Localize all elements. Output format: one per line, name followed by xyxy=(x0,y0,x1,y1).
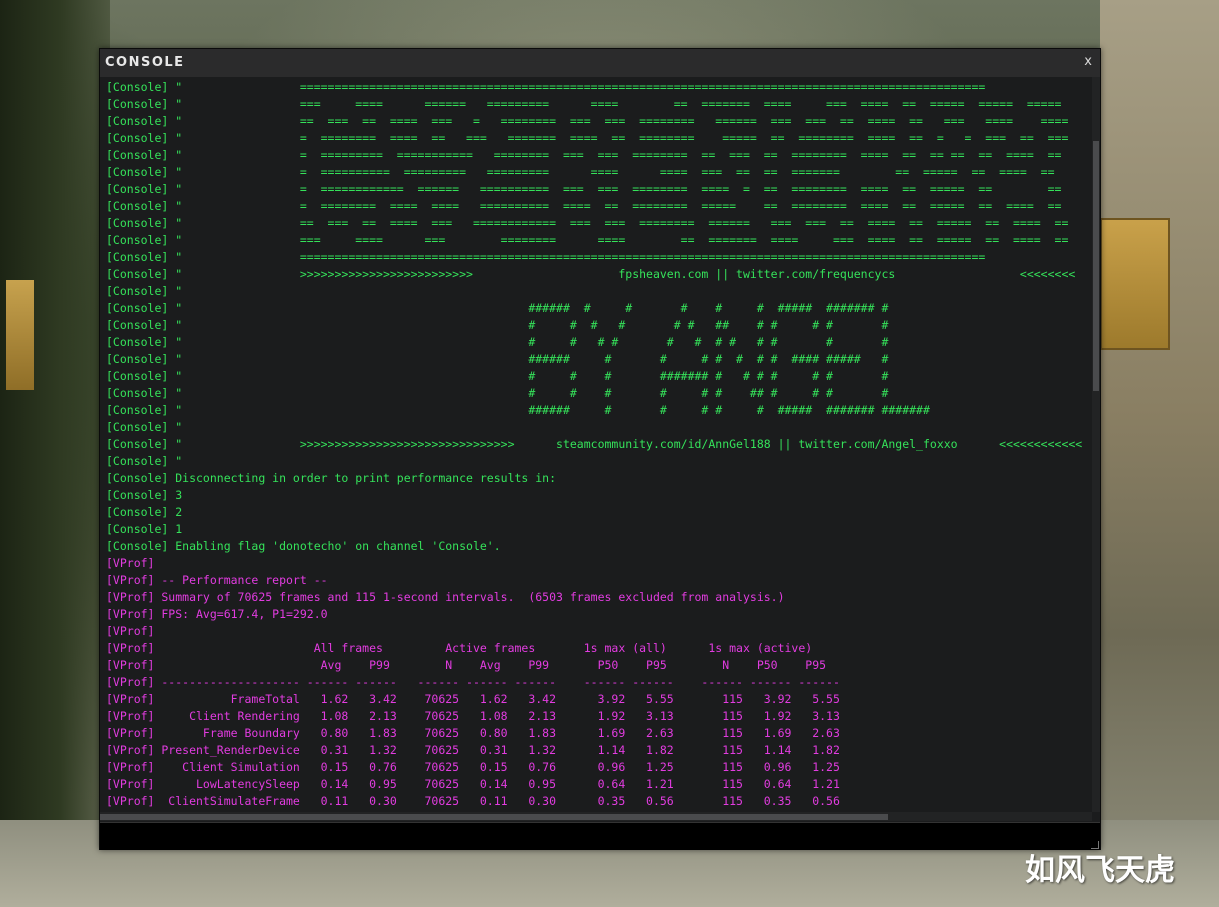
horizontal-scrollbar-thumb[interactable] xyxy=(100,814,888,820)
background-tree xyxy=(0,0,110,907)
console-line: [VProf] -- Performance report -- xyxy=(106,573,328,587)
console-line: [Console] " == === == ==== === =========… xyxy=(106,216,1069,230)
console-line: [Console] " = ======== ==== ==== =======… xyxy=(106,199,1062,213)
console-title: CONSOLE xyxy=(105,55,185,70)
console-line: [Console] " xyxy=(106,420,183,434)
console-line: [VProf] Avg P99 N Avg P99 P50 P95 N P50 … xyxy=(106,658,827,672)
console-line: [Console] " >>>>>>>>>>>>>>>>>>>>>>>>> fp… xyxy=(106,267,1076,281)
background-sign-left xyxy=(6,280,34,390)
console-line: [VProf] LowLatencySleep 0.14 0.95 70625 … xyxy=(106,777,840,791)
console-line: [VProf] xyxy=(106,624,155,638)
console-line: [VProf] Frame Boundary 0.80 1.83 70625 0… xyxy=(106,726,840,740)
console-line: [Console] " ============================… xyxy=(106,250,986,264)
console-line: [Console] " >>>>>>>>>>>>>>>>>>>>>>>>>>>>… xyxy=(106,437,1083,451)
console-line: [Console] " # # # # # # ## # # # # # xyxy=(106,318,889,332)
console-line: [Console] " ###### # # # # # ##### #####… xyxy=(106,301,889,315)
console-line: [Console] " = ========= =========== ====… xyxy=(106,148,1062,162)
console-line: [Console] " = ============ ====== ======… xyxy=(106,182,1062,196)
console-line: [Console] " # # # # # # ## # # # # xyxy=(106,386,889,400)
console-line: [VProf] Client Rendering 1.08 2.13 70625… xyxy=(106,709,840,723)
console-titlebar[interactable]: CONSOLE x xyxy=(100,49,1100,77)
console-command-input[interactable] xyxy=(100,822,1100,850)
console-line: [Console] " ###### # # # # # # # #### ##… xyxy=(106,352,889,366)
console-line: [VProf] FPS: Avg=617.4, P1=292.0 xyxy=(106,607,328,621)
console-line: [Console] " # # # # # # # # # # # # xyxy=(106,335,889,349)
console-line: [Console] 2 xyxy=(106,505,183,519)
console-line: [Console] " xyxy=(106,284,183,298)
console-line: [Console] " ###### # # # # # ##### #####… xyxy=(106,403,930,417)
console-line: [Console] " # # # ####### # # # # # # # xyxy=(106,369,889,383)
console-line: [Console] 1 xyxy=(106,522,183,536)
console-line: [VProf] Summary of 70625 frames and 115 … xyxy=(106,590,785,604)
background-sign-right xyxy=(1100,218,1170,350)
console-line: [Console] " === ==== ====== ========= ==… xyxy=(106,97,1062,111)
console-line: [Console] Enabling flag 'donotecho' on c… xyxy=(106,539,501,553)
console-line: [VProf] Client Simulation 0.15 0.76 7062… xyxy=(106,760,840,774)
close-button[interactable]: x xyxy=(1084,54,1092,69)
console-line: [VProf] xyxy=(106,556,155,570)
watermark: 如风飞天虎 xyxy=(1025,853,1175,888)
console-line: [Console] " ============================… xyxy=(106,80,986,94)
console-line: [VProf] ClientSimulateFrame 0.11 0.30 70… xyxy=(106,794,840,808)
horizontal-scrollbar[interactable] xyxy=(100,812,1092,821)
console-line: [VProf] All frames Active frames 1s max … xyxy=(106,641,813,655)
console-log[interactable]: [Console] " ============================… xyxy=(100,77,1092,812)
console-line: [Console] " xyxy=(106,454,183,468)
console-line: [Console] " = ========== ========= =====… xyxy=(106,165,1055,179)
console-line: [Console] Disconnecting in order to prin… xyxy=(106,471,557,485)
console-line: [Console] " === ==== === ======== ==== =… xyxy=(106,233,1069,247)
console-line: [VProf] -------------------- ------ ----… xyxy=(106,675,840,689)
console-line: [Console] " == === == ==== === = =======… xyxy=(106,114,1069,128)
console-window[interactable]: CONSOLE x [Console] " ==================… xyxy=(99,48,1101,850)
vertical-scrollbar[interactable] xyxy=(1092,77,1100,812)
background-wall xyxy=(1100,0,1219,907)
vertical-scrollbar-thumb[interactable] xyxy=(1093,141,1099,391)
console-line: [Console] " = ======== ==== == === =====… xyxy=(106,131,1069,145)
console-line: [VProf] Present_RenderDevice 0.31 1.32 7… xyxy=(106,743,840,757)
console-line: [Console] 3 xyxy=(106,488,183,502)
console-line: [VProf] FrameTotal 1.62 3.42 70625 1.62 … xyxy=(106,692,840,706)
